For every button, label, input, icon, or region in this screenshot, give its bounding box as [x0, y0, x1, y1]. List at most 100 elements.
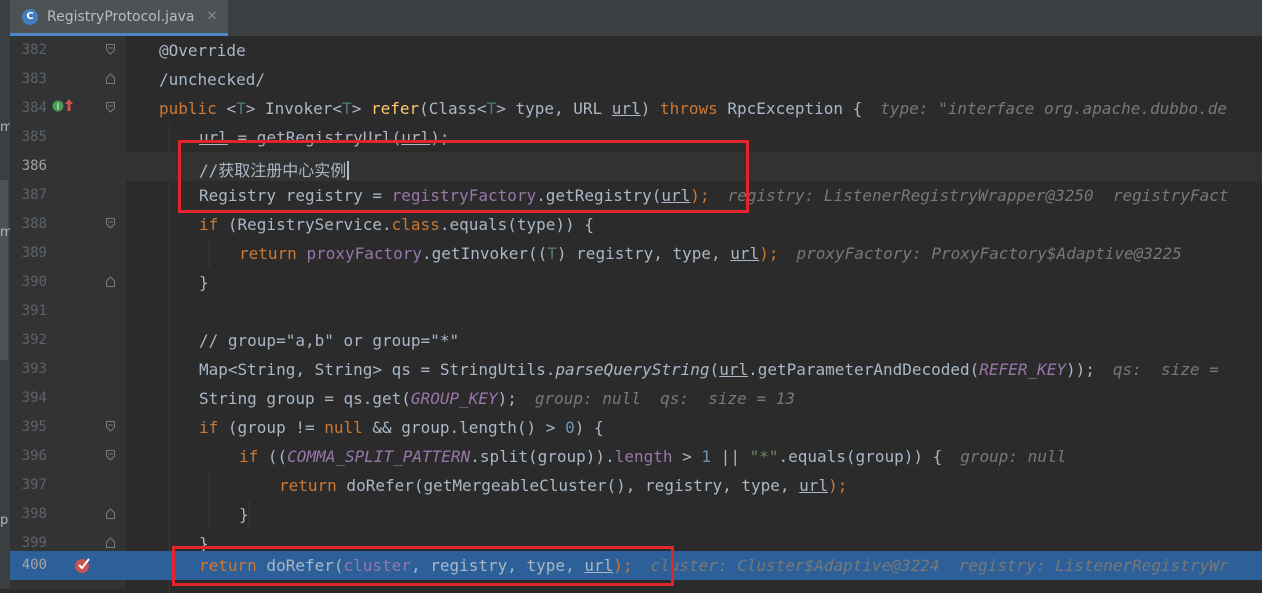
code-text: return proxyFactory.getInvoker((T) regis…: [239, 244, 1182, 263]
fold-marker-icon[interactable]: [106, 218, 115, 229]
svg-text:I: I: [57, 103, 60, 113]
line-number: 386: [21, 158, 47, 174]
java-class-icon: C: [22, 8, 38, 25]
fold-marker-icon[interactable]: [106, 102, 115, 113]
code-line: public <T> Invoker<T> refer(Class<T> typ…: [126, 94, 1262, 123]
line-number: 397: [21, 477, 47, 493]
left-tool-strip: m m p: [0, 0, 13, 589]
code-line: Map<String, String> qs = StringUtils.par…: [126, 355, 1262, 384]
fold-marker-icon[interactable]: [106, 44, 115, 55]
gutter-row: 398: [10, 500, 126, 529]
inline-debug-hint: qs: size =: [1112, 360, 1229, 379]
line-number: 383: [21, 71, 47, 87]
code-text: if (RegistryService.class.equals(type)) …: [199, 215, 594, 234]
gutter-row: 385: [10, 123, 126, 152]
line-number: 398: [21, 506, 47, 522]
line-number: 390: [21, 274, 47, 290]
gutter-row: 397: [10, 471, 126, 500]
implementing-method-icon[interactable]: I: [52, 100, 64, 112]
inline-debug-hint: cluster: Cluster$Adaptive@3224 registry:…: [650, 556, 1229, 575]
inline-debug-hint: group: null qs: size = 13: [534, 389, 795, 408]
code-line: if ((COMMA_SPLIT_PATTERN.split(group)).l…: [126, 442, 1262, 471]
code-line: }: [126, 500, 1262, 529]
line-number: 393: [21, 361, 47, 377]
up-arrow-icon: [65, 99, 73, 111]
line-number: 395: [21, 419, 47, 435]
line-number: 394: [21, 390, 47, 406]
code-line: return proxyFactory.getInvoker((T) regis…: [126, 239, 1262, 268]
gutter-row: 386: [10, 152, 126, 181]
line-number: 399: [21, 535, 47, 551]
code-comment: //获取注册中心实例: [199, 157, 350, 181]
line-number: 392: [21, 332, 47, 348]
code-line: Registry registry = registryFactory.getR…: [126, 181, 1262, 210]
gutter-row: 383: [10, 65, 126, 94]
code-line: /unchecked/: [126, 65, 1262, 94]
strip-letter: p: [0, 513, 9, 528]
code-line: String group = qs.get(GROUP_KEY); group: …: [126, 384, 1262, 413]
code-text: public <T> Invoker<T> refer(Class<T> typ…: [159, 99, 1228, 118]
code-line-current: //获取注册中心实例: [126, 152, 1262, 181]
gutter-row: 384 I: [10, 94, 126, 123]
text-caret: [347, 161, 350, 180]
fold-marker-icon[interactable]: [106, 421, 115, 432]
code-line: @Override: [126, 36, 1262, 65]
line-number: 388: [21, 216, 47, 232]
code-line: // group="a,b" or group="*": [126, 326, 1262, 355]
line-number: 384: [21, 100, 47, 116]
code-text: Registry registry = registryFactory.getR…: [199, 186, 1229, 205]
gutter-row: 391: [10, 297, 126, 326]
line-number: 400: [21, 557, 47, 573]
gutter-row: 396: [10, 442, 126, 471]
code-editor[interactable]: @Override /unchecked/ public <T> Invoker…: [126, 36, 1262, 593]
code-line: url = getRegistryUrl(url);: [126, 123, 1262, 152]
fold-marker-icon[interactable]: [106, 276, 115, 287]
code-line-execution-point: return doRefer(cluster, registry, type, …: [126, 551, 1262, 580]
code-text: url = getRegistryUrl(url);: [199, 128, 450, 147]
code-text: if ((COMMA_SPLIT_PATTERN.split(group)).l…: [239, 447, 1067, 466]
gutter-row-execution: 400: [10, 551, 126, 580]
editor-tab-bar: C RegistryProtocol.java ✕: [10, 0, 1262, 37]
line-number: 389: [21, 245, 47, 261]
code-text: }: [199, 273, 209, 292]
gutter-row: 382: [10, 36, 126, 65]
tab-title: RegistryProtocol.java: [47, 8, 195, 25]
gutter-row: 393: [10, 355, 126, 384]
code-text: /unchecked/: [159, 70, 265, 89]
code-text: String group = qs.get(GROUP_KEY); group: …: [199, 389, 795, 408]
breakpoint-icon[interactable]: [74, 556, 92, 574]
code-line: return doRefer(getMergeableCluster(), re…: [126, 471, 1262, 500]
gutter-row: 390: [10, 268, 126, 297]
code-text: @Override: [159, 41, 246, 60]
gutter-row: 387: [10, 181, 126, 210]
strip-letter: m: [0, 225, 13, 240]
code-text: return doRefer(getMergeableCluster(), re…: [279, 476, 848, 495]
code-line: if (RegistryService.class.equals(type)) …: [126, 210, 1262, 239]
line-number: 382: [21, 42, 47, 58]
gutter-row: 394: [10, 384, 126, 413]
code-text: Map<String, String> qs = StringUtils.par…: [199, 360, 1229, 379]
fold-marker-icon[interactable]: [106, 73, 115, 84]
strip-scrollbar[interactable]: [0, 180, 8, 360]
code-comment: // group="a,b" or group="*": [199, 331, 460, 350]
gutter-row: 395: [10, 413, 126, 442]
line-number: 391: [21, 303, 47, 319]
code-text: }: [239, 505, 249, 524]
gutter-row: 388: [10, 210, 126, 239]
inline-debug-hint: proxyFactory: ProxyFactory$Adaptive@3225: [796, 244, 1182, 263]
fold-marker-icon[interactable]: [106, 537, 115, 548]
code-text: if (group != null && group.length() > 0)…: [199, 418, 604, 437]
fold-marker-icon[interactable]: [106, 450, 115, 461]
fold-marker-icon[interactable]: [106, 508, 115, 519]
gutter-row: 389: [10, 239, 126, 268]
inline-debug-hint: registry: ListenerRegistryWrapper@3250 r…: [727, 186, 1229, 205]
code-line: if (group != null && group.length() > 0)…: [126, 413, 1262, 442]
close-icon[interactable]: ✕: [207, 9, 218, 24]
line-number: 396: [21, 448, 47, 464]
inline-debug-hint: type: "interface org.apache.dubbo.de: [880, 99, 1228, 118]
inline-debug-hint: group: null: [960, 447, 1067, 466]
code-line: }: [126, 268, 1262, 297]
tab-registryprotocol[interactable]: C RegistryProtocol.java ✕: [10, 0, 228, 36]
gutter-row: 392: [10, 326, 126, 355]
